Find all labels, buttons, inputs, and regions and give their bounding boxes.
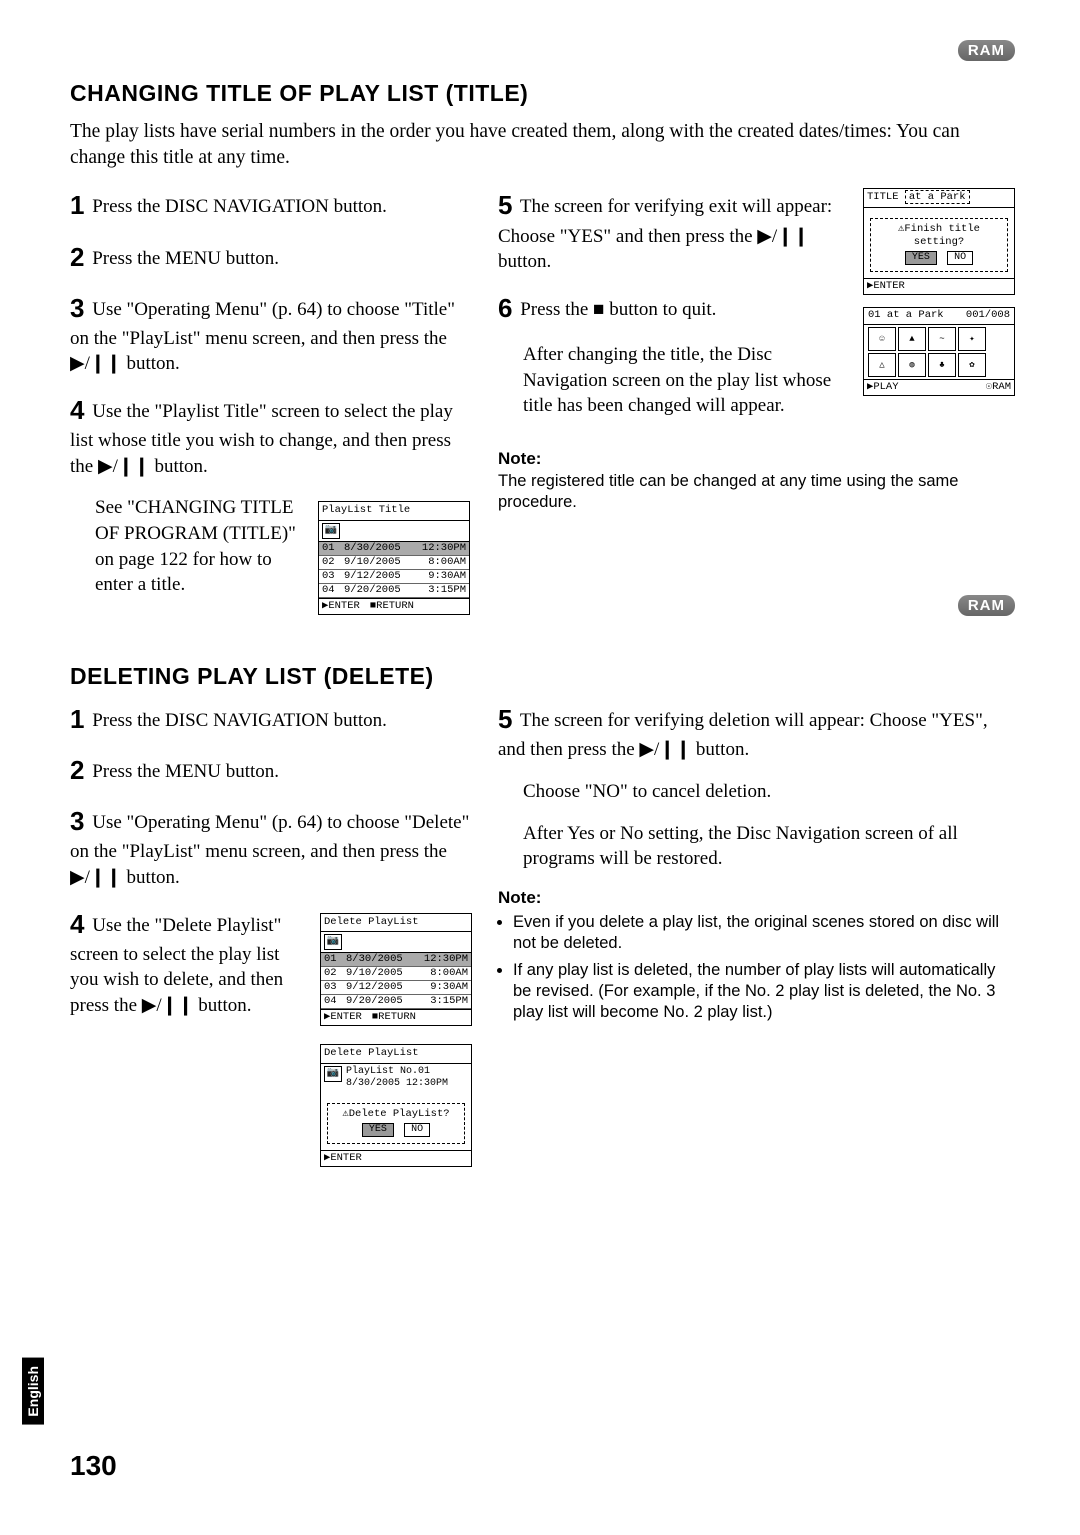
ram-badge: RAM [958, 595, 1015, 616]
confirm-line1: PlayList No.01 [346, 1066, 448, 1079]
ms-header: Delete PlayList [321, 1045, 471, 1063]
camera-icon: 📷 [322, 523, 340, 539]
step-2: 2 Press the MENU button. [70, 753, 470, 788]
dialog-prompt: ⚠Finish title setting? [875, 223, 1003, 249]
thumb-header-left: 01 at a Park [868, 309, 944, 322]
list-item: 018/30/200512:30PM [321, 953, 471, 967]
dialog-prompt: ⚠Delete PlayList? [332, 1108, 460, 1121]
step-4-extra: See "CHANGING TITLE OF PROGRAM (TITLE)" … [70, 495, 300, 598]
list-item: 029/10/20058:00AM [321, 967, 471, 981]
step-4: 4 Use the "Playlist Title" screen to sel… [70, 393, 470, 479]
list-item: 049/20/20053:15PM [319, 584, 469, 598]
section1-col-left: 1 Press the DISC NAVIGATION button. 2 Pr… [70, 188, 470, 615]
section2-col-right: 5 The screen for verifying deletion will… [498, 702, 1015, 1167]
screenshot-delete-confirm: Delete PlayList 📷 PlayList No.01 8/30/20… [320, 1044, 472, 1167]
thumb-cell: ✦ [958, 327, 986, 351]
list-item: 029/10/20058:00AM [319, 556, 469, 570]
confirm-line2: 8/30/2005 12:30PM [346, 1078, 448, 1091]
step-5: 5 The screen for verifying deletion will… [498, 702, 1015, 763]
step-1-text: Press the DISC NAVIGATION button. [92, 710, 387, 731]
section2-col-left: 1 Press the DISC NAVIGATION button. 2 Pr… [70, 702, 470, 1167]
no-button: NO [404, 1123, 430, 1138]
note-bullet: If any play list is deleted, the number … [513, 960, 1015, 1023]
step-2-text: Press the MENU button. [92, 248, 279, 269]
step-5-extra2: After Yes or No setting, the Disc Naviga… [498, 821, 1015, 872]
page-number: 130 [70, 1450, 117, 1482]
step-6-text: Press the ■ button to quit. [520, 299, 716, 320]
section1-col-right: TITLE at a Park ⚠Finish title setting? Y… [498, 188, 1015, 615]
manual-page: RAM CHANGING TITLE OF PLAY LIST (TITLE) … [0, 0, 1080, 1535]
step-5-extra1: Choose "NO" to cancel deletion. [498, 779, 1015, 805]
step-5-text: The screen for verifying deletion will a… [498, 710, 988, 760]
step-1: 1 Press the DISC NAVIGATION button. [70, 702, 470, 737]
step-4-text: Use the "Playlist Title" screen to selec… [70, 401, 453, 477]
screenshot-delete-playlist: Delete PlayList 📷 018/30/200512:30PM 029… [320, 913, 472, 1027]
step-2: 2 Press the MENU button. [70, 240, 470, 275]
thumb-cell: △ [868, 353, 896, 377]
section1-heading: CHANGING TITLE OF PLAY LIST (TITLE) [70, 80, 1015, 107]
ms-title-label: TITLE [867, 191, 899, 203]
yes-button: YES [905, 251, 937, 266]
thumb-cell: ~ [928, 327, 956, 351]
section1-intro: The play lists have serial numbers in th… [70, 119, 1015, 170]
thumb-cell: ▲ [898, 327, 926, 351]
yes-button: YES [362, 1123, 394, 1138]
note-body: The registered title can be changed at a… [498, 471, 1015, 513]
list-item: 039/12/20059:30AM [319, 570, 469, 584]
thumb-cell: ♣ [928, 353, 956, 377]
step-1-text: Press the DISC NAVIGATION button. [92, 196, 387, 217]
step-5-text: The screen for verifying exit will appea… [498, 196, 832, 272]
camera-icon: 📷 [324, 1066, 342, 1082]
step-4-text: Use the "Delete Playlist" screen to sele… [70, 915, 283, 1016]
step-2-text: Press the MENU button. [92, 761, 279, 782]
no-button: NO [947, 251, 973, 266]
thumb-cell: ✿ [958, 353, 986, 377]
screenshot-title-confirm: TITLE at a Park ⚠Finish title setting? Y… [863, 188, 1015, 295]
section2-columns: 1 Press the DISC NAVIGATION button. 2 Pr… [70, 702, 1015, 1167]
foot-play: ▶PLAY [867, 381, 899, 394]
list-item: 049/20/20053:15PM [321, 995, 471, 1009]
step-3: 3 Use "Operating Menu" (p. 64) to choose… [70, 804, 470, 890]
note-bullet: Even if you delete a play list, the orig… [513, 912, 1015, 954]
step-3-text: Use "Operating Menu" (p. 64) to choose "… [70, 299, 455, 375]
thumb-cell: ☺ [868, 327, 896, 351]
language-tab: English [22, 1358, 44, 1425]
thumb-header-right: 001/008 [966, 309, 1010, 322]
screenshot-thumb-nav: 01 at a Park 001/008 ☺ ▲ ~ ✦ △ ◍ ♣ ✿ ▶PLA… [863, 307, 1015, 395]
screenshot-playlist-title: PlayList Title 📷 018/30/200512:30PM 029/… [318, 501, 470, 615]
ms-header: Delete PlayList [321, 914, 471, 932]
ms-header: PlayList Title [319, 502, 469, 520]
section1-columns: 1 Press the DISC NAVIGATION button. 2 Pr… [70, 188, 1015, 615]
list-item: 039/12/20059:30AM [321, 981, 471, 995]
ram-badge: RAM [958, 40, 1015, 61]
note-label: Note: [498, 449, 1015, 469]
step-3-text: Use "Operating Menu" (p. 64) to choose "… [70, 812, 469, 888]
list-item: 018/30/200512:30PM [319, 542, 469, 556]
step-1: 1 Press the DISC NAVIGATION button. [70, 188, 470, 223]
note-body: Even if you delete a play list, the orig… [498, 912, 1015, 1024]
thumb-cell: ◍ [898, 353, 926, 377]
section2-heading: DELETING PLAY LIST (DELETE) [70, 663, 1015, 690]
camera-icon: 📷 [324, 934, 342, 950]
step-4: 4 Use the "Delete Playlist" screen to se… [70, 907, 302, 1019]
foot-ram: ☉RAM [986, 381, 1011, 394]
ms-title-value: at a Park [905, 190, 970, 204]
step-3: 3 Use "Operating Menu" (p. 64) to choose… [70, 291, 470, 377]
note-label: Note: [498, 888, 1015, 908]
